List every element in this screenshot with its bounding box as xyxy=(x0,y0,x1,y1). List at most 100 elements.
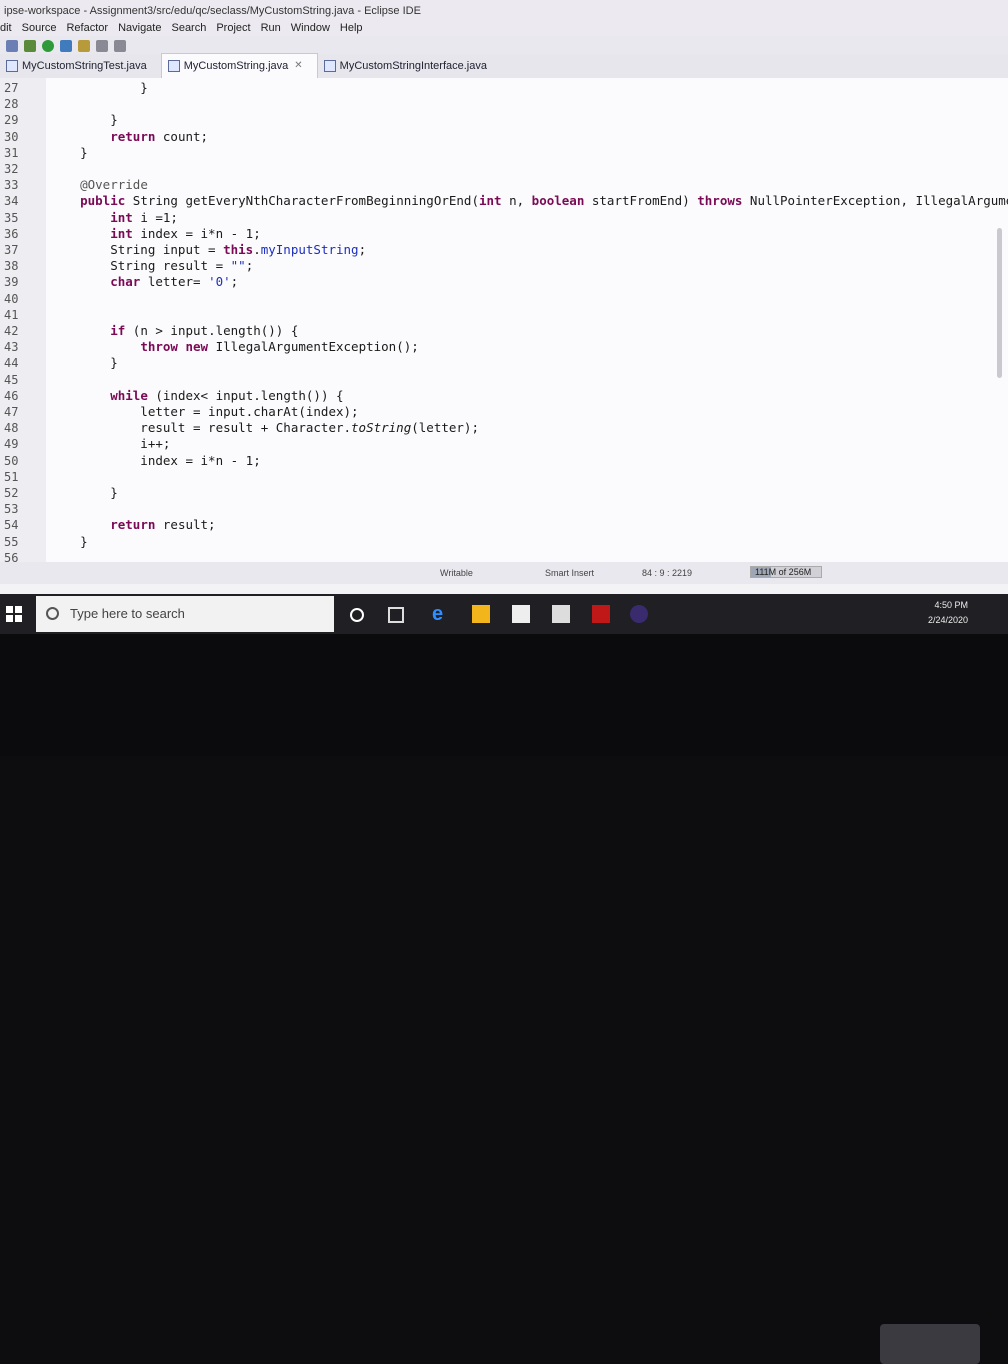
menu-item[interactable]: Window xyxy=(291,22,330,34)
line-number: 27 xyxy=(4,81,19,95)
code-text: String input = this.myInputString; xyxy=(50,242,367,257)
line-number: 31 xyxy=(4,145,19,160)
menu-item[interactable]: Run xyxy=(261,22,281,34)
code-text: } xyxy=(50,355,118,371)
save-icon[interactable] xyxy=(6,40,18,52)
line-number: 30 xyxy=(4,129,19,144)
code-text: String result = ""; xyxy=(50,258,254,274)
debug-icon[interactable] xyxy=(24,40,36,52)
code-text: letter = input.charAt(index); xyxy=(50,404,359,419)
file-explorer-icon[interactable] xyxy=(472,605,490,623)
code-text: return result; xyxy=(110,517,216,533)
tab-mycustomstring[interactable]: MyCustomString.java ✕ xyxy=(160,53,318,78)
line-number: 48 xyxy=(4,421,19,436)
tab-mycustomstringinterface[interactable]: MyCustomStringInterface.java xyxy=(318,54,501,78)
code-editor[interactable]: 27 } 28 29 } 30 return count; 31 } 32 33 @Over… xyxy=(0,78,1008,570)
new-class-icon[interactable] xyxy=(60,40,72,52)
code-text: } xyxy=(50,533,88,549)
mcafee-icon[interactable] xyxy=(592,605,610,623)
eclipse-window: ipse-workspace - Assignment3/src/edu/qc/… xyxy=(0,0,1008,634)
menu-item[interactable]: dit xyxy=(0,22,12,34)
line-number: 37 xyxy=(4,243,19,257)
code-text: return count; xyxy=(110,128,209,144)
line-number: 45 xyxy=(4,372,19,387)
line-number: 41 xyxy=(4,307,19,322)
java-file-icon xyxy=(167,60,180,72)
code-text: } xyxy=(50,144,88,160)
line-number: 49 xyxy=(4,437,19,452)
code-text: index = i*n - 1; xyxy=(50,452,261,468)
code-text: char letter= '0'; xyxy=(110,274,239,290)
system-clock[interactable]: 4:50 PM 2/24/2020 xyxy=(928,598,968,628)
line-number: 42 xyxy=(4,324,19,338)
clock-time: 4:50 PM xyxy=(934,600,968,610)
line-number: 29 xyxy=(4,113,19,128)
line-number: 53 xyxy=(4,502,19,517)
code-text: } xyxy=(50,80,148,95)
line-number: 33 xyxy=(4,178,19,193)
line-number: 54 xyxy=(4,518,19,533)
laptop-bezel xyxy=(0,634,1008,1364)
tab-mycustomstringtest[interactable]: MyCustomStringTest.java xyxy=(0,54,161,78)
navigate-back-icon[interactable] xyxy=(96,40,108,52)
search-icon xyxy=(46,607,59,620)
code-text: while (index< input.length()) { xyxy=(110,387,344,403)
line-number: 34 xyxy=(4,194,19,209)
toolbar xyxy=(0,36,1008,56)
tab-label: MyCustomStringTest.java xyxy=(22,60,147,72)
navigate-forward-icon[interactable] xyxy=(114,40,126,52)
clock-date: 2/24/2020 xyxy=(927,615,968,625)
line-number: 55 xyxy=(4,534,19,549)
line-number: 39 xyxy=(4,275,19,290)
vertical-scrollbar[interactable] xyxy=(997,228,1002,378)
menu-item[interactable]: Refactor xyxy=(66,22,108,34)
line-number: 44 xyxy=(4,356,19,371)
code-text: @Override xyxy=(80,177,148,193)
menu-item[interactable]: Source xyxy=(22,22,57,34)
edge-browser-icon[interactable]: e xyxy=(432,604,450,624)
line-number: 32 xyxy=(4,162,19,176)
windows-start-icon[interactable] xyxy=(6,606,22,622)
eclipse-icon[interactable] xyxy=(630,605,648,623)
line-number: 40 xyxy=(4,291,19,306)
tab-label: MyCustomString.java xyxy=(183,60,289,72)
line-number: 28 xyxy=(4,97,19,112)
menu-bar: dit Source Refactor Navigate Search Project Ru… xyxy=(0,18,1008,38)
code-text: } xyxy=(50,485,118,500)
line-number: 52 xyxy=(4,486,19,500)
line-number: 46 xyxy=(4,388,19,403)
line-number: 36 xyxy=(4,226,19,241)
cursor-position: 84 : 9 : 2219 xyxy=(642,568,693,578)
code-text: result = result + Character.toString(let… xyxy=(50,420,479,436)
line-number: 51 xyxy=(4,469,19,484)
line-number: 38 xyxy=(4,259,19,274)
line-number: 47 xyxy=(4,405,19,419)
menu-item[interactable]: Navigate xyxy=(118,22,161,34)
code-text: throw new IllegalArgumentException(); xyxy=(140,339,419,355)
code-text: } xyxy=(50,112,118,128)
tab-label: MyCustomStringInterface.java xyxy=(339,60,487,72)
laptop-hinge xyxy=(880,1324,980,1364)
cortana-icon[interactable] xyxy=(350,608,364,622)
menu-item[interactable]: Help xyxy=(340,22,363,34)
java-file-icon xyxy=(6,60,18,72)
menu-item[interactable]: Search xyxy=(171,22,206,34)
line-number: 35 xyxy=(4,210,19,225)
run-icon[interactable] xyxy=(42,40,54,52)
code-text: if (n > input.length()) { xyxy=(110,323,299,338)
java-file-icon xyxy=(323,60,336,72)
task-view-icon[interactable] xyxy=(388,607,404,623)
code-text: public String getEveryNthCharacterFromBe… xyxy=(80,193,1008,209)
mail-icon[interactable] xyxy=(552,605,570,623)
editor-tab-bar: MyCustomStringTest.java MyCustomString.j… xyxy=(0,53,1008,79)
search-icon[interactable] xyxy=(78,40,90,52)
line-number: 43 xyxy=(4,340,19,355)
taskbar-search-box[interactable]: Type here to search xyxy=(36,596,334,632)
store-icon[interactable] xyxy=(512,605,530,623)
writable-status: Writable xyxy=(440,568,473,578)
code-text: int i =1; xyxy=(110,209,178,225)
windows-taskbar: Type here to search e 4:50 PM 2/24/2020 xyxy=(0,594,1008,634)
menu-item[interactable]: Project xyxy=(216,22,250,34)
close-icon[interactable]: ✕ xyxy=(294,58,302,74)
heap-label: 111M of 256M xyxy=(755,567,812,577)
